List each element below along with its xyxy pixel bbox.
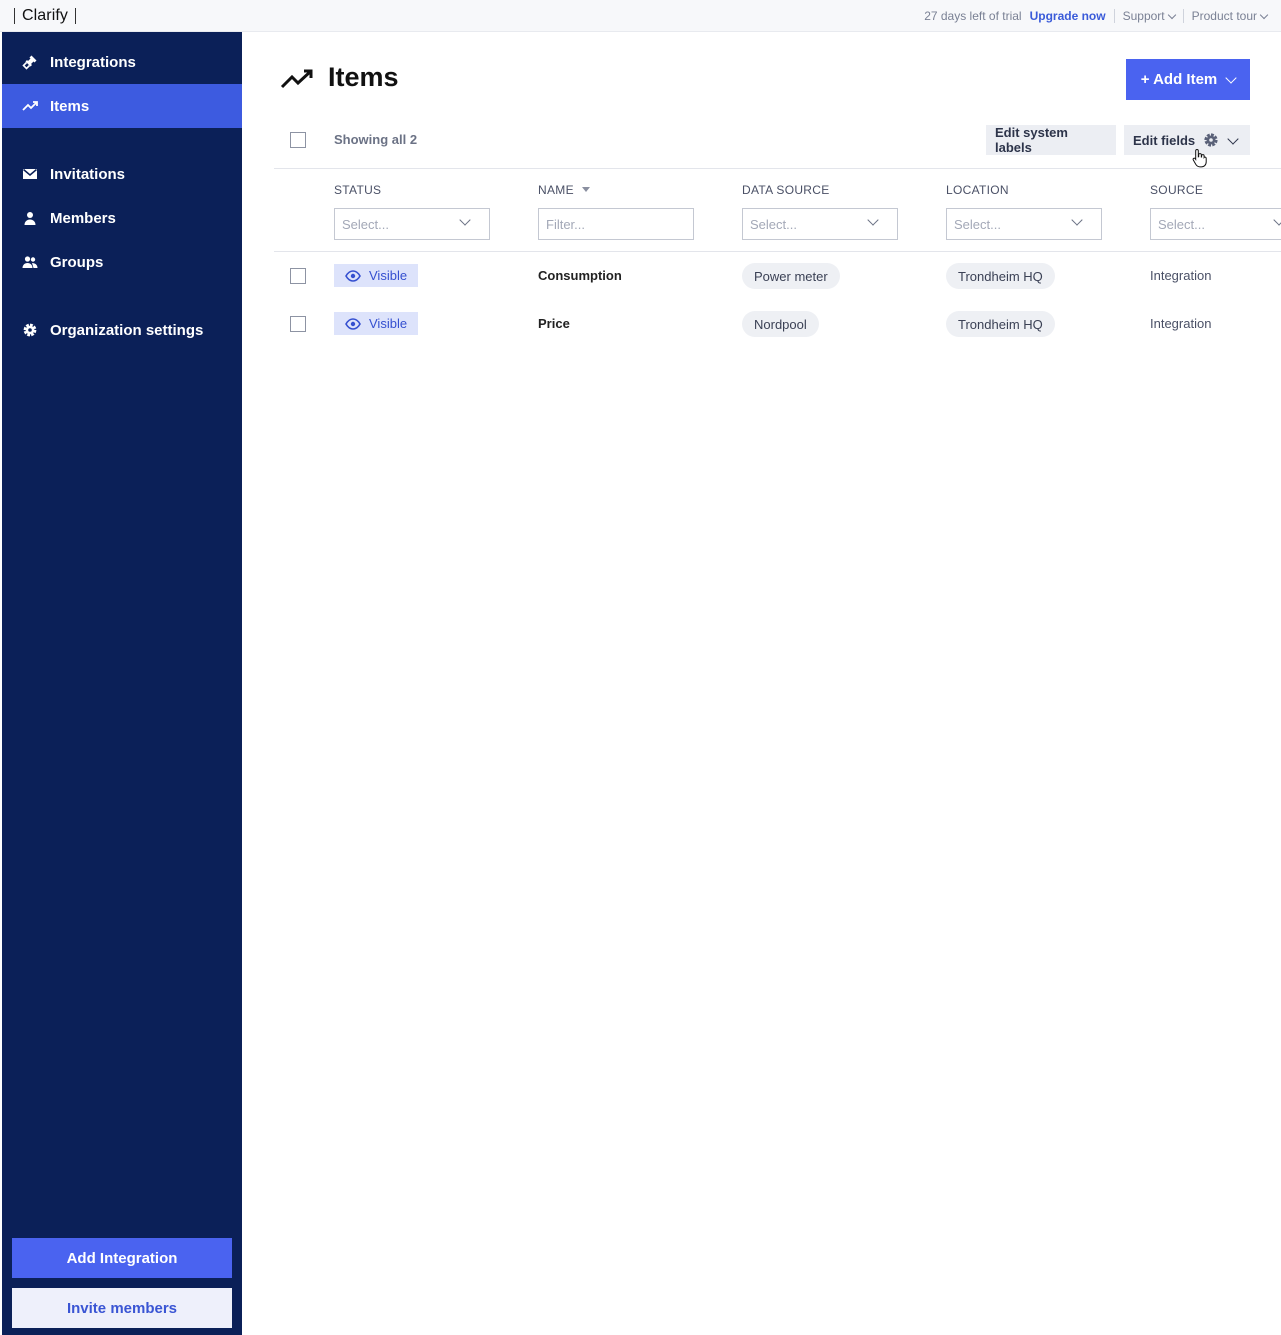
envelope-icon bbox=[22, 166, 38, 182]
select-all-checkbox[interactable] bbox=[290, 132, 306, 148]
sidebar-item-items[interactable]: Items bbox=[2, 84, 242, 128]
chevron-down-icon bbox=[1225, 72, 1237, 84]
chevron-down-icon bbox=[1227, 132, 1239, 145]
data-source-chip: Nordpool bbox=[742, 311, 819, 337]
product-tour-label: Product tour bbox=[1191, 9, 1257, 23]
source-cell: Integration bbox=[1150, 316, 1212, 331]
item-name[interactable]: Consumption bbox=[538, 268, 622, 283]
divider bbox=[274, 251, 1281, 252]
sidebar-item-groups[interactable]: Groups bbox=[2, 240, 242, 284]
status-label: Visible bbox=[369, 316, 408, 331]
chevron-down-icon bbox=[867, 214, 879, 226]
edit-system-labels-button[interactable]: Edit system labels bbox=[986, 125, 1116, 155]
showing-count: Showing all 2 bbox=[334, 132, 418, 147]
sidebar: Integrations Items Invitations Members G… bbox=[2, 32, 242, 1335]
person-icon bbox=[22, 210, 38, 226]
filter-placeholder: Select... bbox=[1158, 216, 1205, 232]
sidebar-item-members[interactable]: Members bbox=[2, 196, 242, 240]
filter-placeholder: Select... bbox=[342, 216, 389, 232]
top-right-links: 27 days left of trial Upgrade now Suppor… bbox=[924, 8, 1269, 24]
trial-text: 27 days left of trial bbox=[924, 9, 1022, 23]
sidebar-item-invitations[interactable]: Invitations bbox=[2, 152, 242, 196]
sidebar-item-label: Members bbox=[50, 209, 116, 227]
chevron-down-icon bbox=[1259, 10, 1269, 19]
sidebar-item-label: Integrations bbox=[50, 53, 136, 71]
gear-icon bbox=[22, 322, 38, 338]
divider bbox=[274, 168, 1281, 169]
status-badge: Visible bbox=[334, 264, 418, 287]
top-bar: Clarify 27 days left of trial Upgrade no… bbox=[0, 0, 1281, 32]
source-cell: Integration bbox=[1150, 268, 1212, 283]
column-header-location[interactable]: LOCATION bbox=[946, 183, 1009, 197]
column-header-data-source[interactable]: DATA SOURCE bbox=[742, 183, 830, 197]
status-label: Visible bbox=[369, 268, 408, 283]
people-icon bbox=[22, 254, 38, 270]
add-item-button[interactable]: + Add Item bbox=[1126, 59, 1250, 100]
column-header-status[interactable]: STATUS bbox=[334, 183, 381, 197]
brand-divider bbox=[75, 8, 77, 24]
source-filter-select[interactable]: Select... bbox=[1150, 208, 1281, 240]
sidebar-item-label: Organization settings bbox=[50, 321, 204, 339]
column-header-name[interactable]: NAME bbox=[538, 183, 590, 197]
trend-icon bbox=[280, 63, 314, 93]
location-chip: Trondheim HQ bbox=[946, 263, 1055, 289]
eye-icon bbox=[345, 269, 361, 282]
filter-placeholder: Filter... bbox=[546, 216, 586, 232]
main-content: Items + Add Item Showing all 2 Edit syst… bbox=[242, 32, 1281, 1335]
chevron-down-icon bbox=[1167, 10, 1176, 19]
page-title: Items bbox=[280, 62, 399, 93]
status-filter-select[interactable]: Select... bbox=[334, 208, 490, 240]
brand-name: Clarify bbox=[22, 7, 69, 24]
item-name[interactable]: Price bbox=[538, 316, 570, 331]
divider bbox=[1113, 9, 1115, 23]
row-checkbox[interactable] bbox=[290, 316, 306, 332]
chevron-down-icon bbox=[1071, 214, 1083, 226]
sort-desc-icon bbox=[581, 186, 590, 192]
filter-placeholder: Select... bbox=[954, 216, 1001, 232]
brand-divider bbox=[14, 8, 15, 24]
sidebar-item-label: Items bbox=[50, 97, 90, 115]
chevron-down-icon bbox=[459, 214, 471, 226]
gear-icon bbox=[1203, 132, 1219, 148]
trend-icon bbox=[22, 98, 38, 114]
location-chip: Trondheim HQ bbox=[946, 311, 1055, 337]
add-integration-button[interactable]: Add Integration bbox=[12, 1238, 232, 1278]
filter-placeholder: Select... bbox=[750, 216, 797, 232]
column-header-label: NAME bbox=[538, 183, 574, 197]
edit-fields-button[interactable]: Edit fields bbox=[1124, 125, 1250, 155]
hand-cursor-icon bbox=[1192, 148, 1208, 168]
chevron-down-icon bbox=[1273, 214, 1281, 226]
product-tour-dropdown[interactable]: Product tour bbox=[1191, 9, 1269, 23]
add-item-label: + Add Item bbox=[1140, 71, 1218, 88]
page-title-text: Items bbox=[328, 62, 399, 92]
sidebar-item-label: Invitations bbox=[50, 165, 126, 183]
sidebar-item-organization-settings[interactable]: Organization settings bbox=[2, 308, 242, 352]
sidebar-item-label: Groups bbox=[50, 253, 104, 271]
column-header-source[interactable]: SOURCE bbox=[1150, 183, 1203, 197]
eye-icon bbox=[345, 317, 361, 330]
location-filter-select[interactable]: Select... bbox=[946, 208, 1102, 240]
support-label: Support bbox=[1122, 9, 1165, 23]
name-filter-input[interactable]: Filter... bbox=[538, 208, 694, 240]
data-source-filter-select[interactable]: Select... bbox=[742, 208, 898, 240]
row-checkbox[interactable] bbox=[290, 268, 306, 284]
data-source-chip: Power meter bbox=[742, 263, 840, 289]
upgrade-link[interactable]: Upgrade now bbox=[1030, 9, 1106, 23]
edit-fields-label: Edit fields bbox=[1133, 132, 1196, 148]
divider bbox=[1182, 9, 1184, 23]
status-badge: Visible bbox=[334, 312, 418, 335]
support-dropdown[interactable]: Support bbox=[1122, 9, 1176, 23]
sidebar-item-integrations[interactable]: Integrations bbox=[2, 40, 242, 84]
plug-icon bbox=[22, 54, 38, 70]
invite-members-button[interactable]: Invite members bbox=[12, 1288, 232, 1328]
brand[interactable]: Clarify bbox=[14, 6, 83, 26]
